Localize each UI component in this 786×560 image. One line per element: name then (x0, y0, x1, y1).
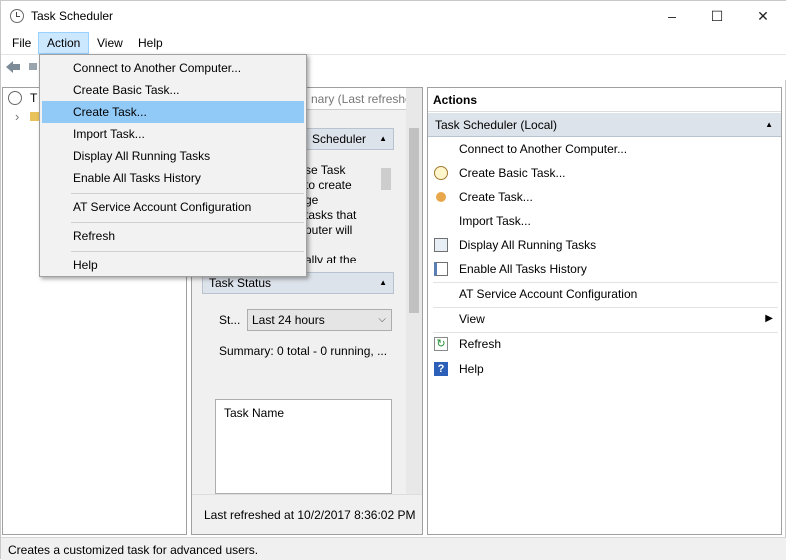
overview-line (305, 238, 356, 253)
menu-import-task[interactable]: Import Task... (42, 123, 304, 145)
overview-line: tasks that (305, 208, 357, 222)
actions-section-header[interactable]: Task Scheduler (Local) ▲ (428, 113, 781, 137)
menu-create-task[interactable]: Create Task... (42, 101, 304, 123)
menu-file[interactable]: File (4, 32, 39, 54)
overview-line: se Task (305, 163, 346, 177)
back-arrow-icon[interactable] (5, 60, 21, 74)
menu-help[interactable]: Help (130, 32, 171, 54)
clock-icon (10, 9, 24, 23)
action-display-running[interactable]: Display All Running Tasks (428, 233, 781, 257)
overview-line: puter will (305, 223, 353, 237)
status-bar: Creates a customized task for advanced u… (1, 537, 786, 560)
menu-enable-history[interactable]: Enable All Tasks History (42, 167, 304, 189)
refresh-icon: ↻ (434, 337, 448, 351)
menu-view[interactable]: View (89, 32, 131, 54)
actions-pane: Actions Task Scheduler (Local) ▲ Connect… (427, 87, 782, 535)
collapse-icon: ▲ (765, 120, 773, 129)
close-button[interactable]: ✕ (740, 1, 786, 32)
action-create-basic-task[interactable]: Create Basic Task... (428, 161, 781, 185)
action-help[interactable]: ? Help (428, 357, 781, 381)
maximize-button[interactable]: ☐ (694, 1, 740, 32)
basic-task-icon (434, 166, 448, 180)
expand-chevron-icon[interactable]: › (15, 109, 19, 124)
overview-line: ally at the (305, 253, 357, 263)
collapse-icon: ▲ (379, 134, 387, 143)
overview-line: to create (305, 178, 352, 192)
action-label: AT Service Account Configuration (459, 287, 638, 301)
task-scheduler-window: Task Scheduler – ☐ ✕ File Action View He… (0, 0, 786, 560)
action-create-task[interactable]: Create Task... (428, 185, 781, 209)
menu-at-service-account[interactable]: AT Service Account Configuration (42, 196, 304, 218)
action-dropdown-menu: Connect to Another Computer... Create Ba… (39, 54, 307, 277)
action-label: Create Task... (459, 190, 533, 204)
submenu-arrow-icon: ▶ (765, 313, 773, 324)
task-status-title: Task Status (209, 276, 272, 290)
help-icon: ? (434, 362, 448, 376)
time-range-value: Last 24 hours (252, 313, 325, 327)
action-label: Import Task... (459, 214, 531, 228)
window-title: Task Scheduler (31, 9, 114, 23)
time-range-select[interactable]: Last 24 hours ⌵ (247, 309, 392, 331)
status-text: Creates a customized task for advanced u… (8, 543, 259, 557)
action-import-task[interactable]: Import Task... (428, 209, 781, 233)
menu-connect[interactable]: Connect to Another Computer... (42, 57, 304, 79)
action-label: Display All Running Tasks (459, 238, 597, 252)
clock-icon (8, 91, 22, 105)
action-label: Enable All Tasks History (459, 262, 587, 276)
overview-scrollbar[interactable] (378, 150, 394, 263)
summary-text: Summary: 0 total - 0 running, ... (219, 344, 388, 358)
title-bar: Task Scheduler – ☐ ✕ (1, 1, 786, 32)
last-refreshed-text: Last refreshed at 10/2/2017 8:36:02 PM (204, 508, 416, 522)
collapse-icon: ▲ (379, 278, 387, 287)
create-task-icon (436, 192, 446, 202)
chevron-down-icon: ⌵ (378, 314, 386, 325)
minimize-button[interactable]: – (649, 1, 695, 32)
running-tasks-icon (434, 238, 448, 252)
action-refresh[interactable]: ↻ Refresh (428, 332, 781, 356)
forward-arrow-icon[interactable] (29, 63, 37, 70)
action-label: Help (459, 362, 484, 376)
action-view[interactable]: View ▶ (428, 307, 781, 331)
action-connect[interactable]: Connect to Another Computer... (428, 137, 781, 161)
status-label: St... (219, 313, 241, 327)
action-enable-history[interactable]: Enable All Tasks History (428, 257, 781, 281)
action-label: Connect to Another Computer... (459, 142, 628, 156)
task-list-box[interactable]: Task Name (215, 399, 392, 494)
action-label: Refresh (459, 337, 502, 351)
actions-section-title: Task Scheduler (Local) (435, 118, 558, 132)
menu-create-basic-task[interactable]: Create Basic Task... (42, 79, 304, 101)
task-name-column-header[interactable]: Task Name (224, 406, 284, 420)
summary-footer: Last refreshed at 10/2/2017 8:36:02 PM (192, 494, 422, 534)
history-icon (434, 262, 448, 276)
menu-display-running[interactable]: Display All Running Tasks (42, 145, 304, 167)
action-label: View (459, 312, 485, 326)
menu-help-item[interactable]: Help (42, 254, 304, 276)
menu-refresh[interactable]: Refresh (42, 225, 304, 247)
actions-title: Actions (428, 88, 781, 112)
menu-action[interactable]: Action (38, 32, 90, 54)
action-at-service-account[interactable]: AT Service Account Configuration (428, 282, 781, 306)
overview-line: ge (305, 193, 319, 207)
tree-root-label[interactable]: T (30, 91, 37, 105)
action-label: Create Basic Task... (459, 166, 566, 180)
menu-bar: File Action View Help (1, 32, 786, 54)
summary-scrollbar[interactable] (406, 88, 422, 494)
